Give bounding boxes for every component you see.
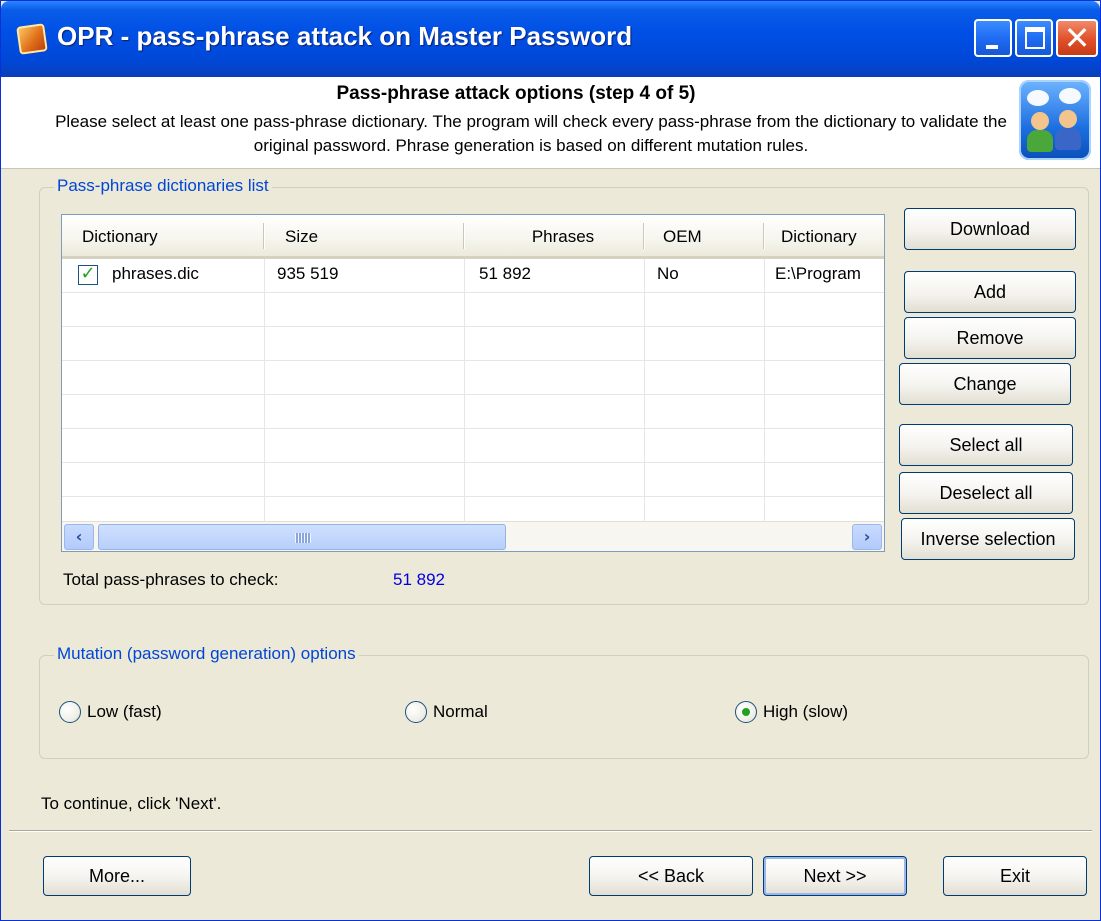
mutation-group-label: Mutation (password generation) options — [54, 644, 359, 664]
dictionary-path: E:\Program — [775, 264, 861, 283]
column-header-phrases[interactable]: Phrases — [465, 215, 645, 256]
app-icon — [16, 23, 48, 55]
maximize-button[interactable] — [1015, 19, 1053, 57]
scrollbar-thumb[interactable] — [98, 524, 506, 550]
radio-low-label: Low (fast) — [87, 702, 162, 721]
dictionaries-list[interactable]: Dictionary Size Phrases OEM Dictionary ✓… — [61, 214, 885, 552]
radio-circle[interactable] — [735, 701, 757, 723]
check-icon: ✓ — [80, 263, 96, 284]
next-button[interactable]: Next >> — [763, 856, 907, 896]
dictionary-checkbox[interactable]: ✓ — [78, 263, 98, 285]
remove-button[interactable]: Remove — [904, 317, 1076, 359]
footer-separator — [9, 830, 1092, 832]
scroll-right-arrow-icon[interactable]: › — [852, 524, 882, 550]
dictionary-phrases: 51 892 — [465, 259, 645, 292]
radio-high-label: High (slow) — [763, 702, 849, 721]
app-window: OPR - pass-phrase attack on Master Passw… — [0, 0, 1101, 921]
empty-row — [62, 429, 884, 463]
dictionary-name: phrases.dic — [112, 264, 199, 283]
select-all-button[interactable]: Select all — [899, 424, 1073, 466]
wizard-header: Pass-phrase attack options (step 4 of 5)… — [1, 77, 1100, 169]
back-button[interactable]: << Back — [589, 856, 753, 896]
change-button[interactable]: Change — [899, 363, 1071, 405]
dictionaries-group-label: Pass-phrase dictionaries list — [54, 176, 272, 196]
exit-button[interactable]: Exit — [943, 856, 1087, 896]
more-button[interactable]: More... — [43, 856, 191, 896]
minimize-icon — [986, 45, 998, 49]
column-header-oem[interactable]: OEM — [645, 215, 765, 256]
download-button[interactable]: Download — [904, 208, 1076, 250]
empty-row — [62, 361, 884, 395]
dictionary-size: 935 519 — [265, 259, 465, 292]
mutation-group: Mutation (password generation) options — [39, 644, 1089, 759]
window-title: OPR - pass-phrase attack on Master Passw… — [57, 21, 633, 51]
users-chat-icon — [1019, 80, 1091, 160]
radio-circle[interactable] — [405, 701, 427, 723]
maximize-icon — [1025, 27, 1045, 49]
total-phrases-value: 51 892 — [393, 570, 445, 589]
column-header-dictionary-path[interactable]: Dictionary — [765, 215, 884, 256]
title-bar[interactable]: OPR - pass-phrase attack on Master Passw… — [1, 1, 1100, 77]
step-description: Please select at least one pass-phrase d… — [55, 112, 1007, 155]
empty-row — [62, 463, 884, 497]
list-header: Dictionary Size Phrases OEM Dictionary — [62, 215, 884, 259]
radio-circle[interactable] — [59, 701, 81, 723]
empty-row — [62, 327, 884, 361]
column-header-size[interactable]: Size — [265, 215, 465, 256]
column-header-dictionary[interactable]: Dictionary — [62, 215, 265, 256]
step-title: Pass-phrase attack options (step 4 of 5) — [336, 83, 696, 104]
close-icon: ✕ — [1063, 19, 1091, 57]
empty-row — [62, 395, 884, 429]
total-phrases-label: Total pass-phrases to check: — [63, 570, 279, 589]
radio-selected-dot — [742, 708, 750, 716]
scroll-left-arrow-icon[interactable]: ‹ — [64, 524, 94, 550]
empty-row — [62, 293, 884, 327]
list-item[interactable]: ✓ phrases.dic 935 519 51 892 No E:\Progr… — [62, 259, 884, 293]
continue-hint: To continue, click 'Next'. — [41, 794, 222, 813]
deselect-all-button[interactable]: Deselect all — [899, 472, 1073, 514]
dictionary-oem: No — [645, 259, 765, 292]
add-button[interactable]: Add — [904, 271, 1076, 313]
close-button[interactable]: ✕ — [1056, 19, 1098, 57]
inverse-selection-button[interactable]: Inverse selection — [901, 518, 1075, 560]
minimize-button[interactable] — [974, 19, 1012, 57]
horizontal-scrollbar[interactable]: ‹ › — [62, 521, 884, 551]
radio-normal-label: Normal — [433, 702, 488, 721]
